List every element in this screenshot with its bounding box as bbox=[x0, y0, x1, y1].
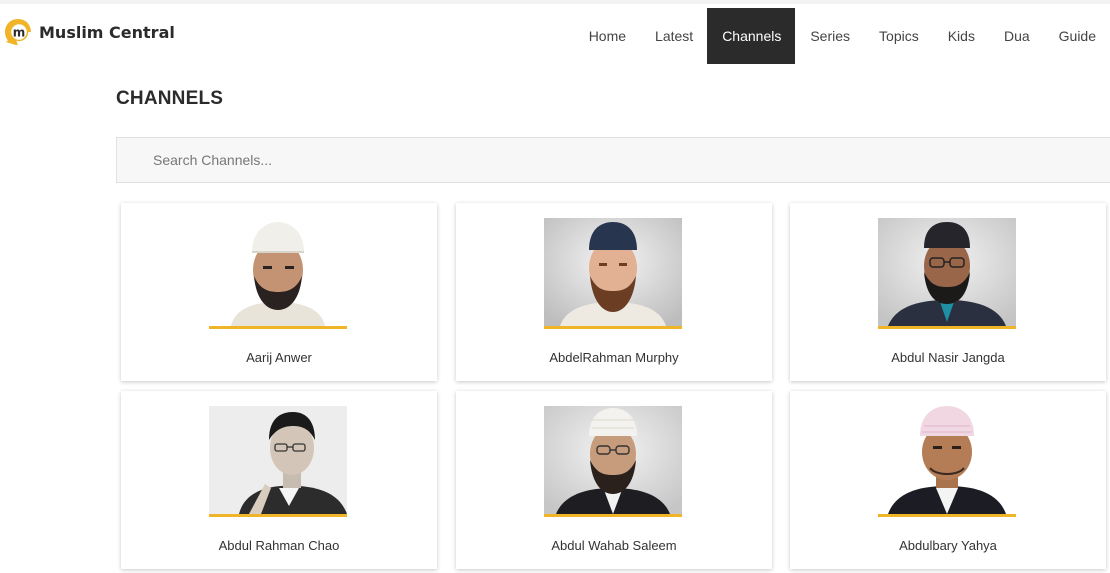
channel-card[interactable]: Abdul Rahman Chao bbox=[121, 391, 437, 569]
nav-item-channels[interactable]: Channels bbox=[707, 8, 796, 64]
channel-photo bbox=[209, 218, 347, 329]
svg-text:m: m bbox=[13, 26, 26, 40]
nav-item-kids[interactable]: Kids bbox=[933, 8, 989, 64]
nav-item-guide[interactable]: Guide bbox=[1044, 8, 1110, 64]
channel-card[interactable]: Abdul Nasir Jangda bbox=[790, 203, 1106, 381]
channel-name: Abdul Nasir Jangda bbox=[891, 350, 1005, 365]
nav-item-home[interactable]: Home bbox=[574, 8, 640, 64]
channel-card[interactable]: Abdulbary Yahya bbox=[790, 391, 1106, 569]
nav-item-topics[interactable]: Topics bbox=[864, 8, 933, 64]
muslim-central-logo-icon: m bbox=[2, 16, 34, 48]
channel-name: AbdelRahman Murphy bbox=[549, 350, 679, 365]
channel-card[interactable]: Aarij Anwer bbox=[121, 203, 437, 381]
channel-card[interactable]: Abdul Wahab Saleem bbox=[456, 391, 772, 569]
channel-photo bbox=[878, 406, 1016, 517]
channel-name: Aarij Anwer bbox=[246, 350, 312, 365]
channel-photo bbox=[209, 406, 347, 517]
channel-name: Abdul Rahman Chao bbox=[218, 538, 340, 553]
logo-text: Muslim Central bbox=[39, 22, 175, 42]
channel-name: Abdul Wahab Saleem bbox=[551, 538, 677, 553]
nav-item-dua[interactable]: Dua bbox=[989, 8, 1044, 64]
channel-photo bbox=[544, 406, 682, 517]
site-header: m Muslim Central Home Latest Channels Se… bbox=[0, 0, 1110, 64]
nav-item-series[interactable]: Series bbox=[795, 8, 864, 64]
search-channels-input[interactable] bbox=[116, 137, 1110, 183]
channel-photo bbox=[544, 218, 682, 329]
nav-item-latest[interactable]: Latest bbox=[640, 8, 707, 64]
page-title: CHANNELS bbox=[116, 88, 224, 109]
channel-card[interactable]: AbdelRahman Murphy bbox=[456, 203, 772, 381]
logo[interactable]: m Muslim Central bbox=[2, 14, 175, 50]
channel-name: Abdulbary Yahya bbox=[899, 538, 997, 553]
channel-photo bbox=[878, 218, 1016, 329]
main-nav: Home Latest Channels Series Topics Kids … bbox=[574, 8, 1110, 64]
